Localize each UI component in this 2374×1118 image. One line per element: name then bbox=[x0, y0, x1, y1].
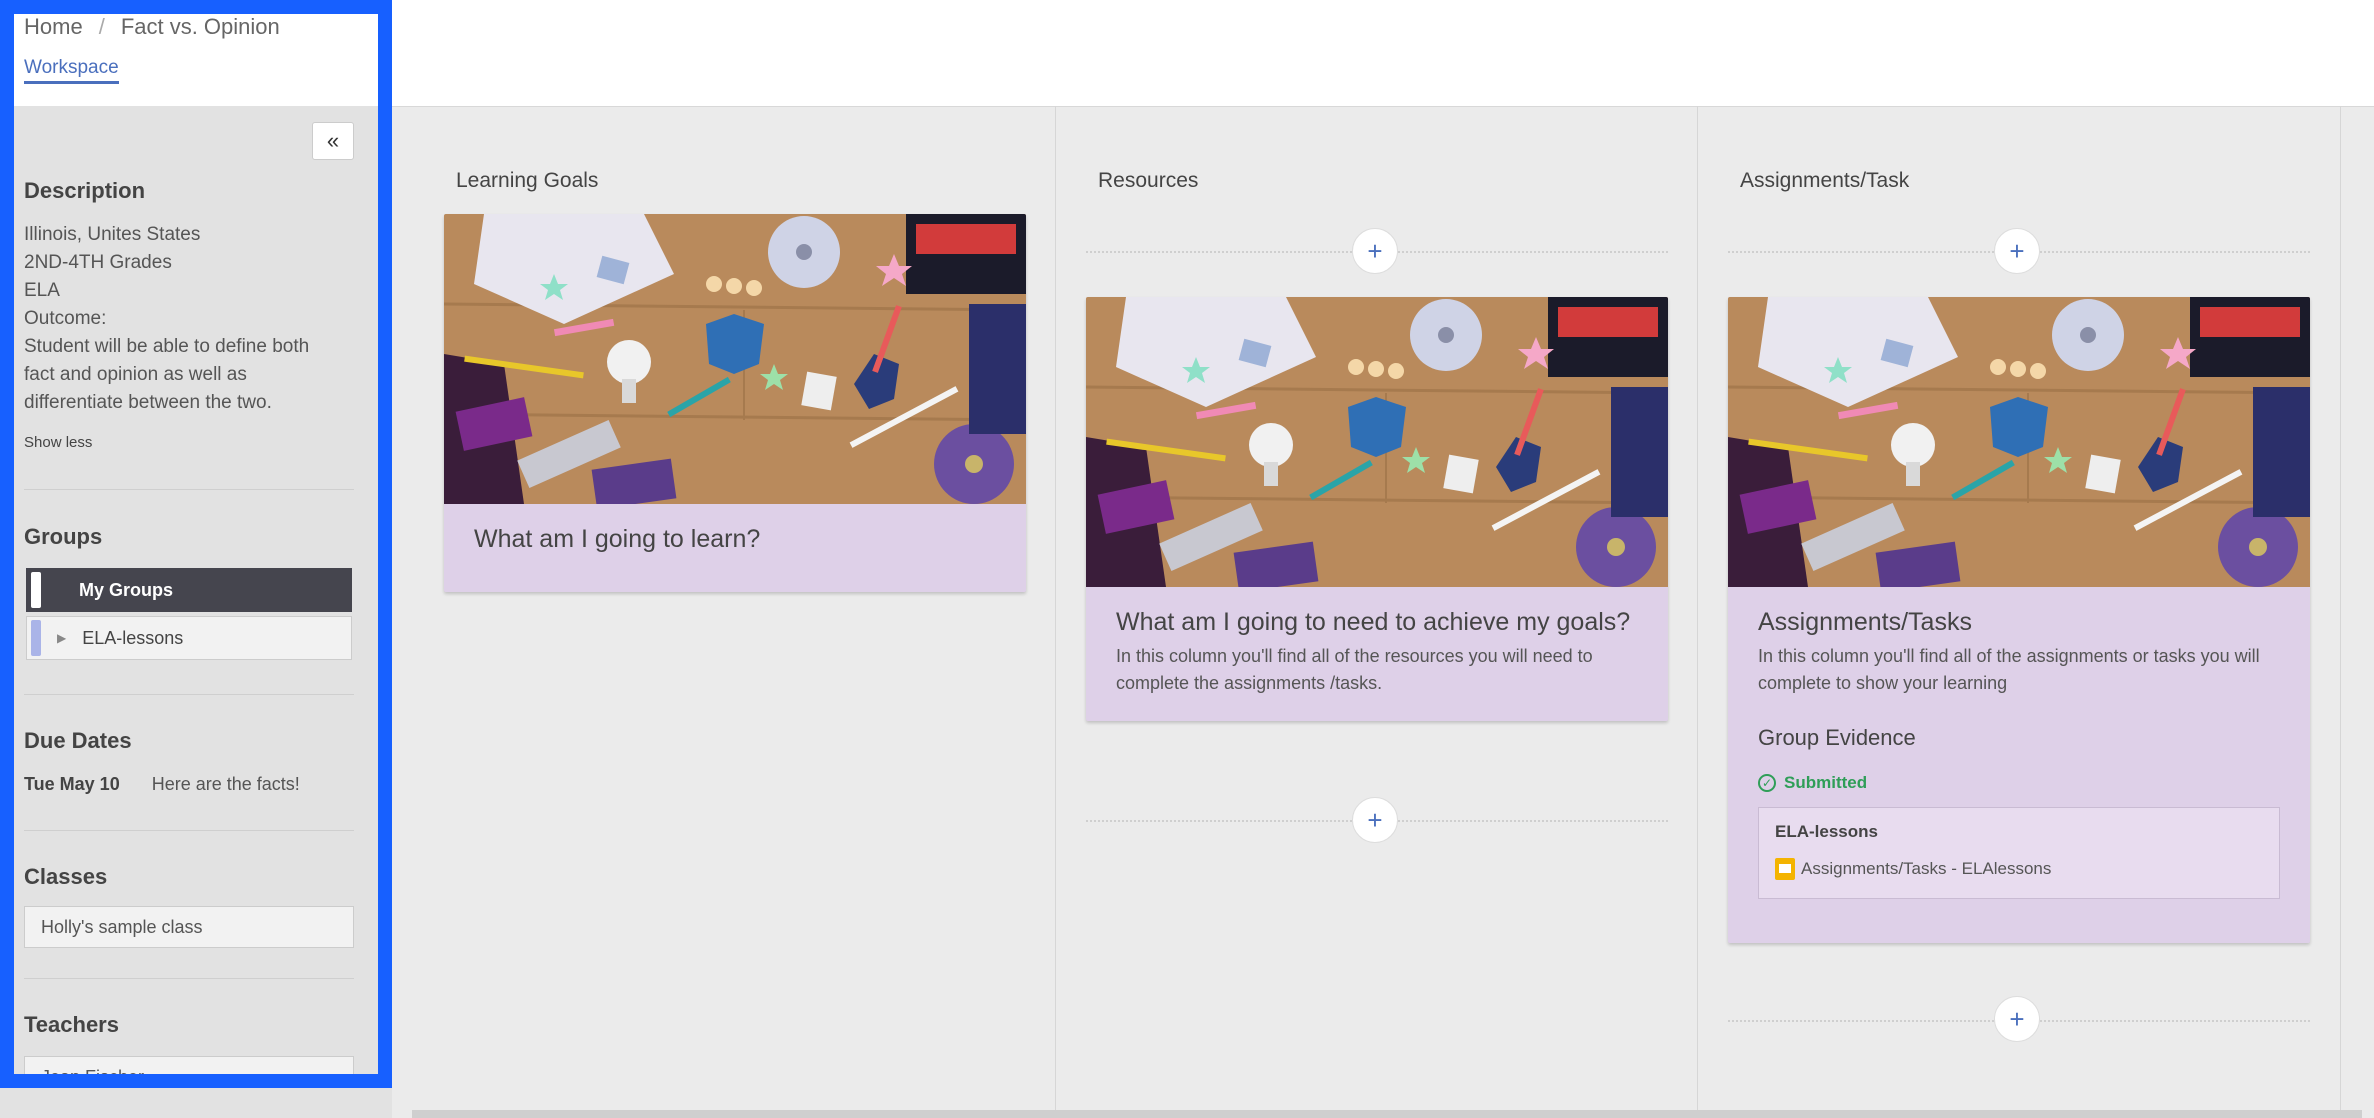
description-outcome: Student will be able to define both fact… bbox=[24, 336, 310, 413]
card-learning-goals[interactable]: What am I going to learn? bbox=[444, 214, 1026, 592]
plus-icon: + bbox=[2009, 1003, 2025, 1034]
submitted-status: ✓ Submitted bbox=[1758, 773, 2280, 793]
breadcrumb-separator: / bbox=[98, 14, 105, 39]
column-separator bbox=[1055, 106, 1056, 1118]
column-separator bbox=[2340, 106, 2341, 1118]
group-row-ela-lessons[interactable]: ▶ ELA-lessons bbox=[26, 616, 352, 660]
group-label: My Groups bbox=[79, 579, 174, 600]
card-image bbox=[1728, 297, 2310, 587]
plus-icon: + bbox=[1367, 804, 1383, 835]
evidence-box[interactable]: ELA-lessons Assignments/Tasks - ELAlesso… bbox=[1758, 807, 2280, 899]
double-chevron-left-icon: « bbox=[326, 128, 340, 153]
description-subject: ELA bbox=[24, 280, 60, 301]
teachers-heading: Teachers bbox=[24, 1012, 119, 1037]
card-image bbox=[1086, 297, 1668, 587]
evidence-item[interactable]: Assignments/Tasks - ELAlessons bbox=[1775, 858, 2263, 880]
description-location: Illinois, Unites States bbox=[24, 224, 201, 245]
card-resources[interactable]: What am I going to need to achieve my go… bbox=[1086, 297, 1668, 721]
description-heading: Description bbox=[24, 178, 146, 203]
column-title-resources: Resources bbox=[1098, 169, 1199, 192]
divider bbox=[24, 694, 354, 695]
card-assignments[interactable]: Assignments/Tasks In this column you'll … bbox=[1728, 297, 2310, 943]
group-label: ELA-lessons bbox=[82, 627, 184, 648]
groups-heading: Groups bbox=[24, 524, 103, 549]
plus-icon: + bbox=[2009, 235, 2025, 266]
caret-right-icon[interactable]: ▶ bbox=[57, 631, 66, 645]
due-title: Here are the facts! bbox=[151, 774, 300, 794]
divider bbox=[24, 489, 354, 490]
column-title-learning-goals: Learning Goals bbox=[456, 169, 599, 192]
add-card-button[interactable]: + bbox=[1352, 228, 1398, 274]
top-bar: Home / Fact vs. Opinion Workspace bbox=[0, 0, 2374, 107]
due-date-row[interactable]: Tue May 10 Here are the facts! bbox=[24, 774, 300, 795]
divider bbox=[24, 978, 354, 979]
collapse-sidebar-button[interactable]: « bbox=[312, 122, 354, 160]
sidebar-overflow bbox=[0, 1088, 392, 1118]
plus-icon: + bbox=[1367, 235, 1383, 266]
due-dates-heading: Due Dates bbox=[24, 728, 132, 753]
card-image bbox=[444, 214, 1026, 504]
group-color-bar bbox=[31, 620, 41, 656]
check-circle-icon: ✓ bbox=[1758, 774, 1776, 792]
due-date: Tue May 10 bbox=[24, 774, 120, 794]
horizontal-scrollbar[interactable] bbox=[412, 1110, 2362, 1118]
add-card-button[interactable]: + bbox=[1994, 228, 2040, 274]
slides-icon bbox=[1775, 858, 1795, 880]
breadcrumb-home[interactable]: Home bbox=[24, 14, 83, 40]
group-color-bar bbox=[31, 572, 41, 608]
column-title-assignments: Assignments/Task bbox=[1740, 169, 1910, 192]
column-separator bbox=[1697, 106, 1698, 1118]
evidence-item-label: Assignments/Tasks - ELAlessons bbox=[1801, 859, 2052, 878]
card-description: In this column you'll find all of the re… bbox=[1116, 646, 1593, 693]
description-outcome-label: Outcome: bbox=[24, 308, 107, 329]
card-title: What am I going to learn? bbox=[474, 525, 761, 553]
evidence-group: ELA-lessons bbox=[1775, 822, 1878, 841]
add-card-button[interactable]: + bbox=[1994, 996, 2040, 1042]
classes-heading: Classes bbox=[24, 864, 108, 889]
description-text: Illinois, Unites States 2ND-4TH Grades E… bbox=[24, 221, 344, 417]
workspace-tab[interactable]: Workspace bbox=[24, 57, 119, 84]
class-item[interactable]: Holly's sample class bbox=[24, 906, 354, 948]
breadcrumb-current[interactable]: Fact vs. Opinion bbox=[121, 14, 280, 40]
card-description: In this column you'll find all of the as… bbox=[1758, 646, 2260, 693]
show-less-link[interactable]: Show less bbox=[24, 434, 92, 451]
status-label: Submitted bbox=[1784, 773, 1868, 792]
card-title: What am I going to need to achieve my go… bbox=[1116, 608, 1631, 636]
group-evidence-heading: Group Evidence bbox=[1758, 725, 1916, 750]
sidebar: « Description Illinois, Unites States 2N… bbox=[0, 106, 385, 1118]
add-card-button[interactable]: + bbox=[1352, 797, 1398, 843]
breadcrumb: Home / Fact vs. Opinion bbox=[24, 14, 280, 40]
description-grades: 2ND-4TH Grades bbox=[24, 252, 172, 273]
divider bbox=[24, 830, 354, 831]
group-row-my-groups[interactable]: My Groups bbox=[26, 568, 352, 612]
card-title: Assignments/Tasks bbox=[1758, 608, 1972, 636]
